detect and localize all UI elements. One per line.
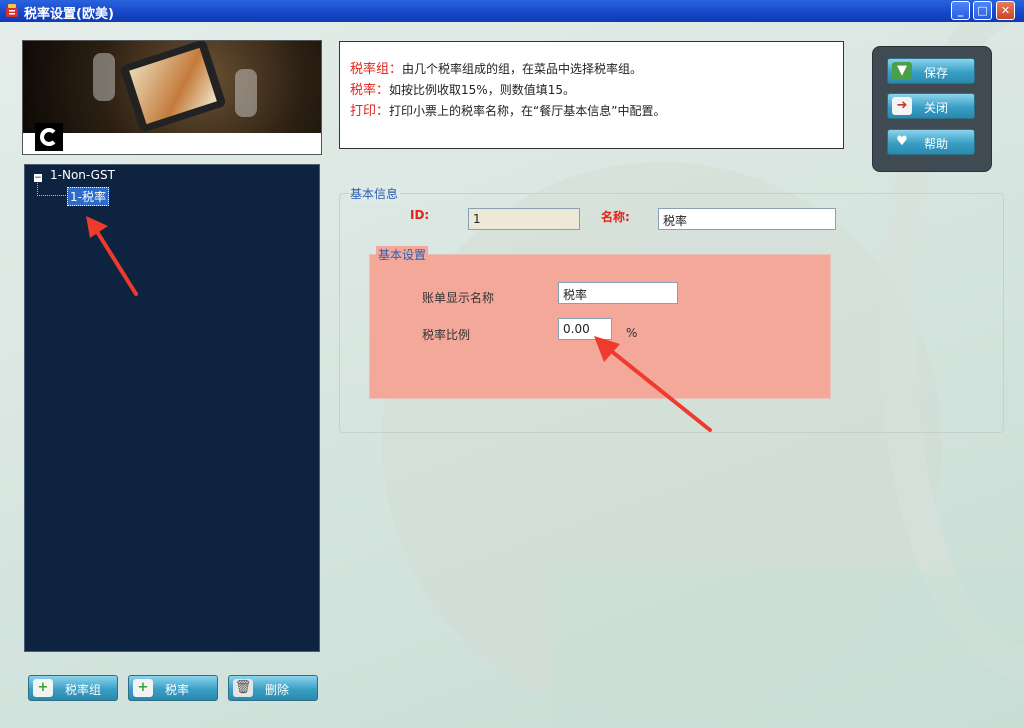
- add-document-icon: +: [33, 679, 53, 697]
- name-label: 名称:: [601, 210, 630, 224]
- id-label: ID:: [410, 208, 430, 222]
- trash-icon: 🗑: [233, 679, 253, 697]
- help-button[interactable]: ♥ 帮助: [887, 129, 975, 155]
- maximize-button[interactable]: □: [973, 1, 992, 20]
- tree-node-group[interactable]: 1-Non-GST: [50, 168, 115, 182]
- brand-logo-icon: [35, 123, 63, 151]
- exit-icon: ➜: [892, 97, 912, 115]
- save-button[interactable]: ▼ 保存: [887, 58, 975, 84]
- info-line-tax-group: 税率组：由几个税率组成的组，在菜品中选择税率组。: [350, 62, 643, 77]
- info-line-print: 打印：打印小票上的税率名称，在“餐厅基本信息”中配置。: [350, 104, 666, 119]
- window-title: 税率设置(欧美): [24, 7, 114, 22]
- help-info-box: 税率组：由几个税率组成的组，在菜品中选择税率组。 税率：如按比例收取15%，则数…: [339, 41, 844, 149]
- banner-image: [22, 40, 322, 155]
- save-icon: ▼: [892, 62, 912, 80]
- window-titlebar[interactable]: 税率设置(欧美) _ □ ✕: [0, 0, 1024, 22]
- basic-info-legend: 基本信息: [348, 185, 401, 202]
- annotation-arrow-tree: [86, 216, 138, 296]
- tree-connector: [37, 183, 66, 196]
- app-icon: [6, 4, 18, 17]
- tablet-shape: [119, 41, 227, 134]
- collapse-icon[interactable]: −: [34, 174, 42, 183]
- annotation-arrow-ratio: [594, 336, 712, 432]
- add-tax-group-button[interactable]: + 税率组: [28, 675, 118, 701]
- glass-shape: [235, 69, 257, 117]
- basic-settings-legend: 基本设置: [376, 246, 429, 263]
- id-field[interactable]: 1: [468, 208, 580, 230]
- minimize-button[interactable]: _: [951, 1, 970, 20]
- close-button[interactable]: ➜ 关闭: [887, 93, 975, 119]
- close-window-button[interactable]: ✕: [996, 1, 1015, 20]
- delete-button[interactable]: 🗑 删除: [228, 675, 318, 701]
- glass-shape: [93, 53, 115, 101]
- background-band: [556, 572, 1024, 728]
- add-tax-rate-button[interactable]: + 税率: [128, 675, 218, 701]
- info-line-tax-rate: 税率：如按比例收取15%，则数值填15。: [350, 83, 575, 98]
- name-input[interactable]: 税率: [658, 208, 836, 230]
- add-document-icon: +: [133, 679, 153, 697]
- tax-ratio-label: 税率比例: [422, 328, 471, 342]
- restaurant-photo: [23, 41, 321, 134]
- heart-icon: ♥: [896, 134, 908, 149]
- tax-tree[interactable]: − 1-Non-GST 1-税率: [24, 164, 320, 652]
- display-name-input[interactable]: 税率: [558, 282, 678, 304]
- banner-strip: [23, 133, 321, 154]
- workspace: 税率组：由几个税率组成的组，在菜品中选择税率组。 税率：如按比例收取15%，则数…: [0, 22, 1024, 728]
- display-name-label: 账单显示名称: [422, 291, 495, 305]
- tree-node-rate[interactable]: 1-税率: [67, 187, 109, 206]
